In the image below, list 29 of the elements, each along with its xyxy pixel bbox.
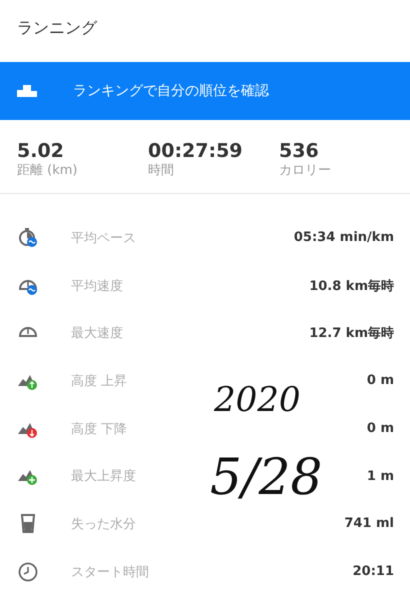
- stat-value: 0 m: [366, 421, 394, 436]
- stat-value: 741 ml: [344, 516, 394, 532]
- summary-label: 時間: [148, 162, 175, 180]
- summary-label: カロリー: [279, 162, 332, 180]
- stat-label: 最大上昇度: [71, 468, 137, 486]
- stat-label: 失った水分: [71, 516, 137, 533]
- clock-icon: [17, 560, 39, 583]
- stat-label: 高度 下降: [71, 420, 128, 438]
- stat-value: 1 m: [366, 468, 394, 484]
- stat-value: 10.8 km毎時: [309, 278, 394, 295]
- ranking-banner[interactable]: ランキングで自分の順位を確認: [0, 62, 410, 120]
- summary-label: 距離 (km): [17, 162, 78, 180]
- stat-label: 高度 上昇: [71, 372, 128, 390]
- summary-value: 00:27:59: [148, 140, 244, 162]
- summary-value: 536: [279, 140, 320, 162]
- stat-value: 20:11: [352, 564, 394, 580]
- podium-icon: [17, 85, 37, 97]
- stat-label: 平均ペース: [71, 230, 137, 247]
- stat-label: スタート時間: [71, 564, 150, 581]
- stat-label: 平均速度: [71, 278, 124, 295]
- handwritten-note: 5/28: [210, 448, 322, 506]
- summary-value: 5.02: [17, 140, 65, 162]
- stat-value: 12.7 km毎時: [309, 325, 394, 342]
- stat-value: 0 m: [366, 373, 394, 388]
- stat-value: 05:34 min/km: [294, 230, 394, 246]
- stat-label: 最大速度: [71, 325, 124, 342]
- handwritten-note: 2020: [214, 380, 301, 420]
- stopwatch-icon: [17, 226, 39, 249]
- screen-title: ランニング: [16, 17, 98, 39]
